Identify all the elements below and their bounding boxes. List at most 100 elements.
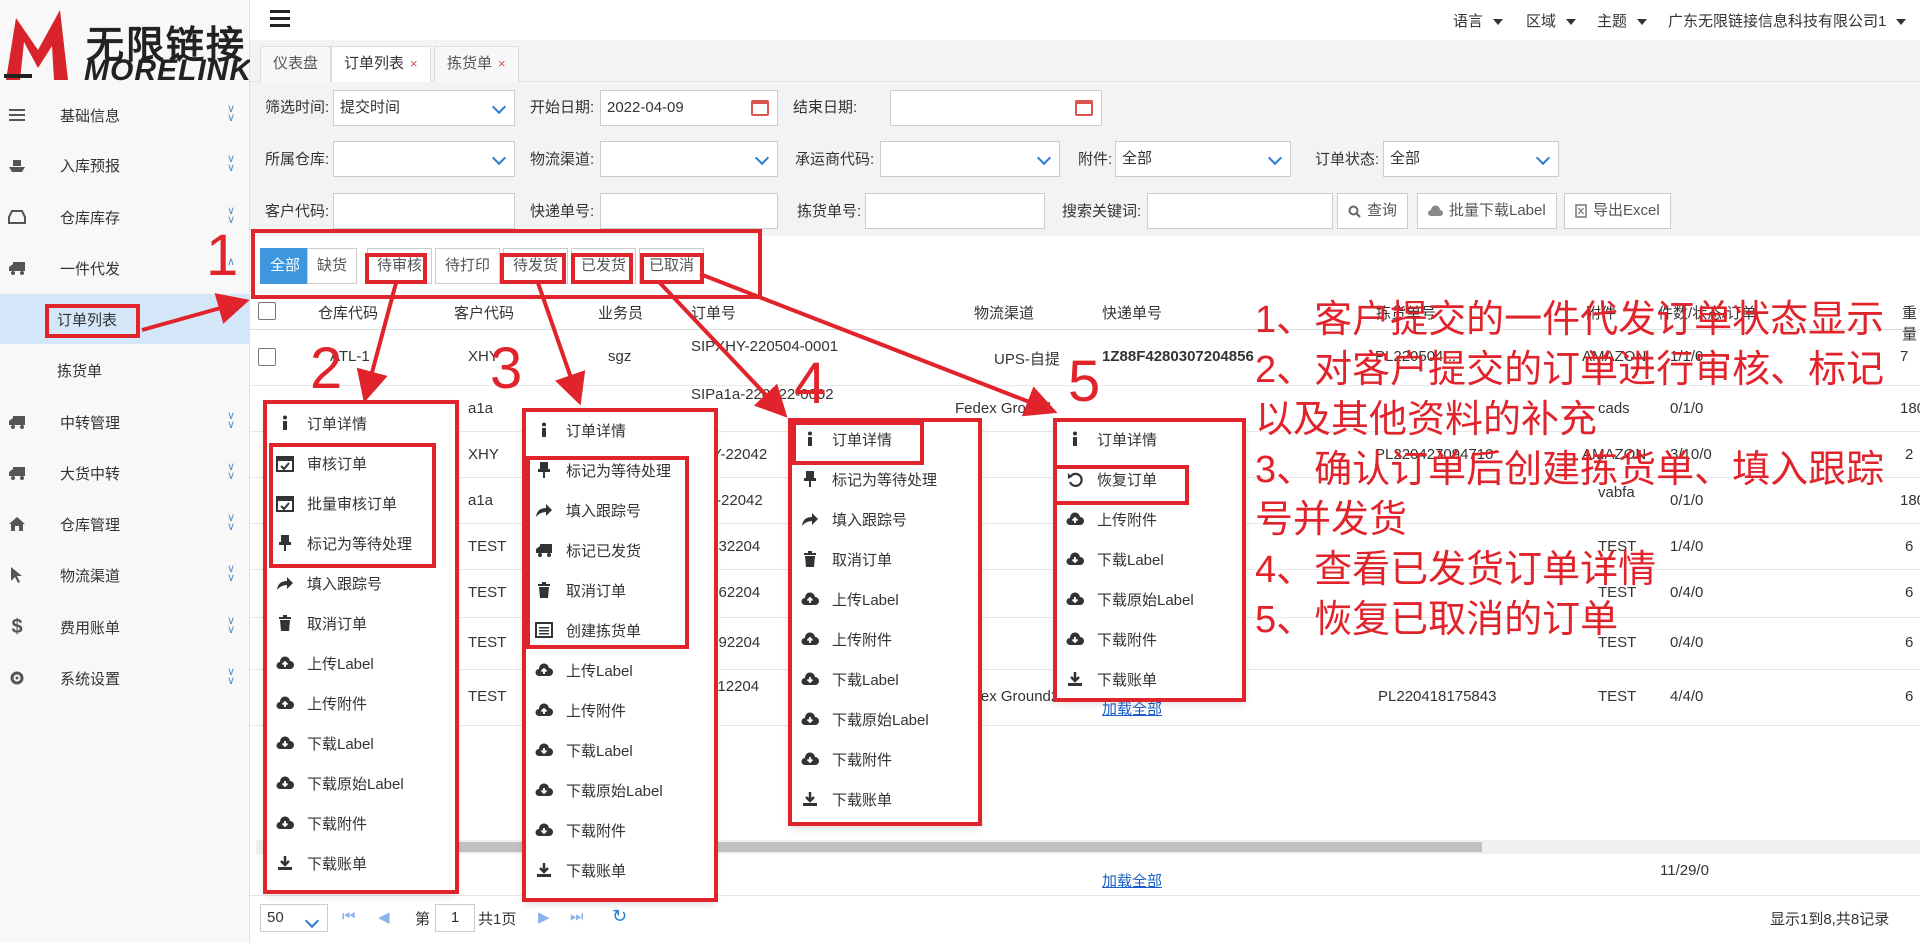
sidebar-item-bulk-transfer[interactable]: 大货中转 ∨ ∨ xyxy=(0,448,250,498)
menu-item[interactable]: 恢复订单 xyxy=(1055,459,1245,499)
first-page-icon[interactable]: ⏮ xyxy=(342,908,356,925)
page-number-input[interactable]: 1 xyxy=(435,904,475,932)
menu-item[interactable]: 下载附件 xyxy=(524,810,714,850)
menu-item[interactable]: 下载Label xyxy=(524,730,714,770)
load-all-link[interactable]: 加载全部 xyxy=(1102,870,1162,891)
cell-channel: UPS-自提 xyxy=(994,351,1060,368)
calendar-icon[interactable] xyxy=(1075,100,1093,116)
menu-item[interactable]: 上传附件 xyxy=(524,690,714,730)
menu-item[interactable]: 下载原始Label xyxy=(1055,579,1245,619)
export-excel-button[interactable]: 导出Excel xyxy=(1564,193,1671,229)
customer-code-input[interactable] xyxy=(333,193,515,229)
status-cancelled-button[interactable]: 已取消 xyxy=(639,248,705,284)
sidebar-subitem-order-list[interactable]: 订单列表 xyxy=(0,294,250,344)
menu-item[interactable]: 下载Label xyxy=(790,659,980,699)
company-menu[interactable]: 广东无限链接信息科技有限公司1 xyxy=(1668,10,1907,31)
menu-item[interactable]: 下载Label xyxy=(1055,539,1245,579)
last-page-icon[interactable]: ⏭ xyxy=(570,908,584,925)
order-status-select[interactable]: 全部 xyxy=(1383,141,1559,177)
language-menu[interactable]: 语言 xyxy=(1453,10,1504,31)
search-button[interactable]: 查询 xyxy=(1337,193,1409,229)
menu-item[interactable]: 填入跟踪号 xyxy=(524,490,714,530)
batch-download-label-button[interactable]: 批量下载Label xyxy=(1417,193,1557,229)
status-all-button[interactable]: 全部 xyxy=(260,248,311,284)
close-icon[interactable]: × xyxy=(498,56,506,71)
menu-item[interactable]: 上传附件 xyxy=(790,619,980,659)
menu-item[interactable]: 上传Label xyxy=(265,643,455,683)
theme-menu[interactable]: 主题 xyxy=(1597,10,1648,31)
sidebar-item-inbound[interactable]: 入库预报 ∨ ∨ xyxy=(0,140,250,190)
menu-item[interactable]: 订单详情 xyxy=(1055,419,1245,459)
menu-item[interactable]: 标记为等待处理 xyxy=(265,523,455,563)
menu-item[interactable]: 上传Label xyxy=(790,579,980,619)
menu-item[interactable]: 下载账单 xyxy=(1055,659,1245,699)
menu-item[interactable]: 订单详情 xyxy=(790,419,980,459)
menu-item[interactable]: 审核订单 xyxy=(265,443,455,483)
sidebar-item-billing[interactable]: $ 费用账单 ∨ ∨ xyxy=(0,602,250,652)
menu-item[interactable]: 下载附件 xyxy=(790,739,980,779)
menu-item[interactable]: 下载账单 xyxy=(265,843,455,883)
menu-item[interactable]: 创建拣货单 xyxy=(524,610,714,650)
prev-page-icon[interactable]: ◀ xyxy=(378,908,390,926)
select-all-checkbox[interactable] xyxy=(258,302,276,320)
sidebar-item-settings[interactable]: 系统设置 ∨ ∨ xyxy=(0,653,250,703)
tab-order-list[interactable]: 订单列表 × xyxy=(331,46,431,82)
row-checkbox[interactable] xyxy=(258,348,276,366)
tab-dashboard[interactable]: 仪表盘 xyxy=(260,46,332,82)
menu-item[interactable]: 订单详情 xyxy=(524,410,714,450)
annotation-note-4: 4、查看已发货订单详情 xyxy=(1255,549,1657,591)
attachment-select[interactable]: 全部 xyxy=(1115,141,1291,177)
keyword-input[interactable] xyxy=(1147,193,1333,229)
menu-item[interactable]: 下载原始Label xyxy=(265,763,455,803)
status-shipped-button[interactable]: 已发货 xyxy=(571,248,637,284)
warehouse-select[interactable] xyxy=(333,141,515,177)
menu-item[interactable]: 下载Label xyxy=(265,723,455,763)
next-page-icon[interactable]: ▶ xyxy=(538,908,550,926)
menu-item[interactable]: 标记为等待处理 xyxy=(790,459,980,499)
calendar-icon[interactable] xyxy=(751,100,769,116)
menu-item[interactable]: 取消订单 xyxy=(265,603,455,643)
menu-item[interactable]: 填入跟踪号 xyxy=(265,563,455,603)
menu-item[interactable]: 批量审核订单 xyxy=(265,483,455,523)
menu-item[interactable]: 上传Label xyxy=(524,650,714,690)
undo-icon xyxy=(1065,469,1085,489)
horizontal-scrollbar[interactable] xyxy=(256,840,1920,854)
start-date-input[interactable]: 2022-04-09 xyxy=(600,90,778,126)
load-all-link[interactable]: 加载全部 xyxy=(1102,698,1162,719)
hamburger-menu-icon[interactable] xyxy=(270,10,290,27)
menu-item[interactable]: 下载原始Label xyxy=(524,770,714,810)
page-size-select[interactable]: 50 xyxy=(260,904,328,932)
sidebar-item-warehouse[interactable]: 仓库管理 ∨ ∨ xyxy=(0,499,250,549)
sidebar-item-logistics[interactable]: 物流渠道 ∨ ∨ xyxy=(0,550,250,600)
sidebar-item-transfer[interactable]: 中转管理 ∨ ∨ xyxy=(0,397,250,447)
end-date-input[interactable] xyxy=(890,90,1102,126)
close-icon[interactable]: × xyxy=(410,56,418,71)
menu-item[interactable]: 取消订单 xyxy=(524,570,714,610)
sidebar-item-basic-info[interactable]: 基础信息 ∨ ∨ xyxy=(0,90,250,140)
menu-item[interactable]: 填入跟踪号 xyxy=(790,499,980,539)
menu-item[interactable]: 下载账单 xyxy=(790,779,980,819)
menu-item[interactable]: 下载附件 xyxy=(1055,619,1245,659)
menu-item[interactable]: 订单详情 xyxy=(265,403,455,443)
picking-no-input[interactable] xyxy=(865,193,1045,229)
channel-select[interactable] xyxy=(600,141,778,177)
refresh-icon[interactable]: ↻ xyxy=(612,906,627,927)
menu-item[interactable]: 下载原始Label xyxy=(790,699,980,739)
status-pending-print-button[interactable]: 待打印 xyxy=(435,248,501,284)
menu-item[interactable]: 标记已发货 xyxy=(524,530,714,570)
menu-item[interactable]: 上传附件 xyxy=(265,683,455,723)
region-menu[interactable]: 区域 xyxy=(1526,10,1577,31)
menu-item[interactable]: 标记为等待处理 xyxy=(524,450,714,490)
menu-item[interactable]: 下载账单 xyxy=(524,850,714,890)
menu-item[interactable]: 取消订单 xyxy=(790,539,980,579)
tab-picking-list[interactable]: 拣货单 × xyxy=(434,46,519,82)
status-out-of-stock-button[interactable]: 缺货 xyxy=(307,248,358,284)
sidebar-subitem-picking-list[interactable]: 拣货单 xyxy=(0,345,250,395)
menu-item[interactable]: 下载附件 xyxy=(265,803,455,843)
filter-time-select[interactable]: 提交时间 xyxy=(333,90,515,126)
status-pending-ship-button[interactable]: 待发货 xyxy=(503,248,569,284)
status-pending-review-button[interactable]: 待审核 xyxy=(367,248,433,284)
carrier-select[interactable] xyxy=(880,141,1060,177)
menu-item[interactable]: 上传附件 xyxy=(1055,499,1245,539)
tracking-no-input[interactable] xyxy=(600,193,778,229)
